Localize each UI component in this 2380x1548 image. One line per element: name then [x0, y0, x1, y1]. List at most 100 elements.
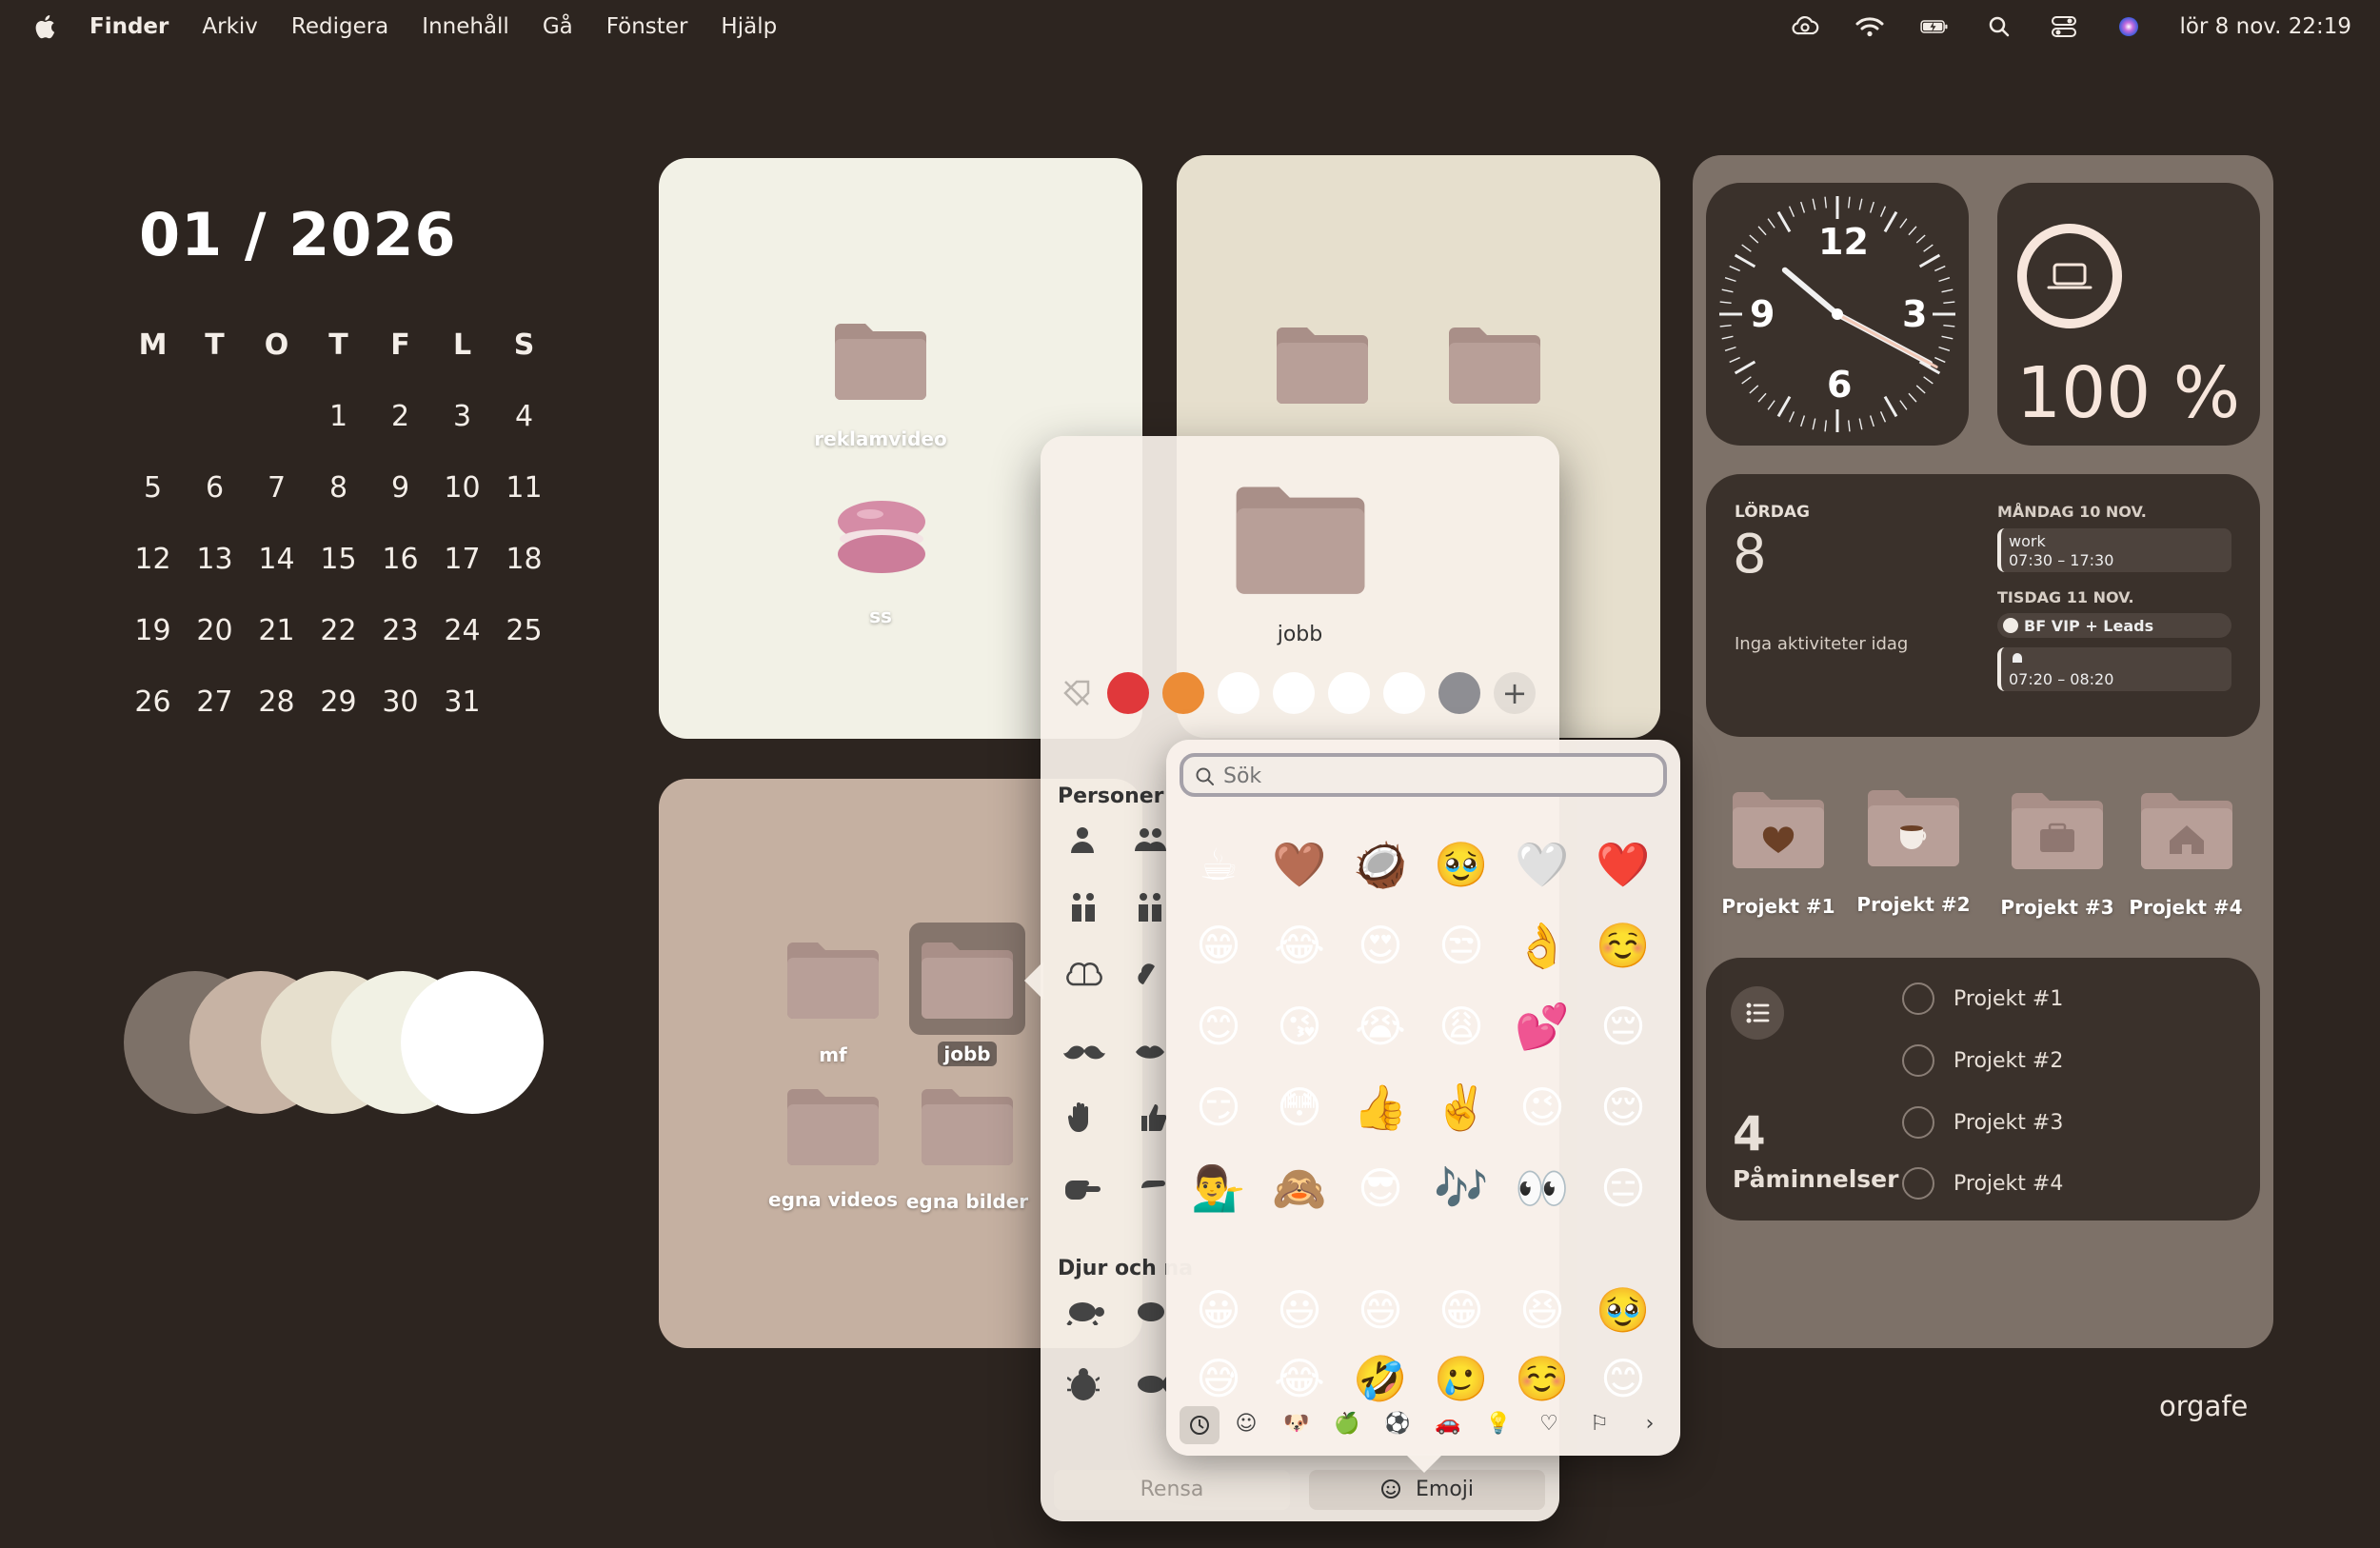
menu-fonster[interactable]: Fönster [606, 14, 688, 39]
category-flags-icon[interactable]: ⚐ [1580, 1412, 1618, 1436]
battery-widget[interactable]: 100 % [1997, 183, 2260, 446]
emoji-cell[interactable]: 😆 [1509, 1277, 1576, 1343]
emoji-cell[interactable]: 💁‍♂️ [1185, 1155, 1252, 1221]
emoji-cell[interactable]: 🥹 [1428, 831, 1495, 898]
emoji-cell[interactable]: 🥥 [1347, 831, 1414, 898]
spotlight-search-icon[interactable] [1985, 15, 2013, 38]
category-animals-icon[interactable]: 🐶 [1278, 1412, 1316, 1436]
emoji-cell[interactable]: 😌 [1590, 1074, 1656, 1141]
emoji-button[interactable]: Emoji [1309, 1470, 1545, 1510]
emoji-cell[interactable]: ☕ [1185, 831, 1252, 898]
wifi-icon[interactable] [1855, 15, 1884, 38]
turtle-symbol-icon[interactable] [1136, 1297, 1164, 1333]
calendar-events-widget[interactable]: LÖRDAG 8 Inga aktiviteter idag MÅNDAG 10… [1706, 474, 2260, 737]
clock-widget[interactable]: 12 3 6 9 [1706, 183, 1969, 446]
clear-button[interactable]: Rensa [1054, 1470, 1290, 1510]
pointing-hand-symbol-icon[interactable] [1063, 1175, 1101, 1209]
emoji-cell[interactable]: 😩 [1428, 993, 1495, 1060]
category-recent-icon[interactable] [1180, 1406, 1220, 1444]
emoji-cell[interactable]: ☺️ [1590, 912, 1656, 979]
emoji-cell[interactable]: 😂 [1266, 912, 1333, 979]
emoji-cell[interactable]: 😒 [1428, 912, 1495, 979]
emoji-cell[interactable]: 😂 [1266, 1345, 1333, 1412]
emoji-cell[interactable]: 😉 [1509, 1074, 1576, 1141]
emoji-cell[interactable]: 🤣 [1347, 1345, 1414, 1412]
emoji-cell[interactable]: 👀 [1509, 1155, 1576, 1221]
chevron-right-icon[interactable]: › [1631, 1412, 1669, 1436]
emoji-search-field[interactable] [1180, 753, 1667, 797]
battery-icon[interactable] [1920, 15, 1949, 38]
menu-hjalp[interactable]: Hjälp [721, 14, 777, 39]
emoji-cell[interactable]: 😁 [1185, 912, 1252, 979]
tag-color-gray[interactable] [1438, 672, 1480, 714]
macaron-image-icon[interactable] [834, 497, 929, 583]
folder-icon[interactable] [1445, 326, 1544, 411]
mustache-symbol-icon[interactable] [1063, 1036, 1105, 1069]
emoji-cell[interactable]: 😁 [1428, 1277, 1495, 1343]
folder-projekt-3[interactable] [2008, 791, 2107, 877]
folder-icon[interactable] [1273, 326, 1372, 411]
category-food-icon[interactable]: 🍏 [1328, 1412, 1366, 1436]
pointing-hand-symbol-icon[interactable] [1140, 1175, 1166, 1209]
creative-cloud-icon[interactable] [1791, 15, 1819, 38]
category-smileys-icon[interactable]: ☺ [1227, 1412, 1265, 1436]
emoji-cell[interactable]: 😅 [1185, 1345, 1252, 1412]
group-symbol-icon[interactable] [1067, 891, 1100, 931]
menu-arkiv[interactable]: Arkiv [202, 14, 258, 39]
tag-color-white[interactable] [1328, 672, 1370, 714]
emoji-cell[interactable]: ✌️ [1428, 1074, 1495, 1141]
emoji-cell[interactable]: 😑 [1590, 1155, 1656, 1221]
brain-symbol-icon[interactable] [1138, 960, 1166, 1000]
emoji-cell[interactable]: 😘 [1266, 993, 1333, 1060]
emoji-cell[interactable]: 😀 [1185, 1277, 1252, 1343]
turtle-symbol-icon[interactable] [1063, 1297, 1105, 1333]
reminder-item[interactable]: Projekt #2 [1902, 1042, 2063, 1079]
folder-projekt-4[interactable] [2137, 791, 2236, 877]
add-tag-button[interactable]: + [1494, 672, 1536, 714]
folder-icon[interactable] [783, 941, 883, 1026]
emoji-cell[interactable]: 👍 [1347, 1074, 1414, 1141]
thumbs-up-symbol-icon[interactable] [1140, 1101, 1167, 1141]
category-travel-icon[interactable]: 🚗 [1429, 1412, 1467, 1436]
folder-icon[interactable] [783, 1087, 883, 1173]
people-symbol-icon[interactable] [1134, 824, 1166, 863]
reminder-item[interactable]: Projekt #3 [1902, 1104, 2063, 1141]
tag-color-white[interactable] [1273, 672, 1315, 714]
category-objects-icon[interactable]: 💡 [1479, 1412, 1517, 1436]
reminder-checkbox[interactable] [1902, 1044, 1934, 1077]
reminder-checkbox[interactable] [1902, 1106, 1934, 1139]
emoji-cell[interactable]: 😔 [1590, 993, 1656, 1060]
emoji-cell[interactable]: 👌 [1509, 912, 1576, 979]
folder-projekt-1[interactable] [1729, 790, 1828, 876]
emoji-cell[interactable]: 🤎 [1266, 831, 1333, 898]
tag-color-orange[interactable] [1162, 672, 1204, 714]
tag-color-red[interactable] [1107, 672, 1149, 714]
reminder-checkbox[interactable] [1902, 1167, 1934, 1200]
menu-innehall[interactable]: Innehåll [422, 14, 509, 39]
emoji-cell[interactable]: ☺️ [1509, 1345, 1576, 1412]
folder-icon[interactable] [918, 1087, 1017, 1173]
emoji-cell[interactable]: 😎 [1347, 1155, 1414, 1221]
reminder-checkbox[interactable] [1902, 982, 1934, 1015]
emoji-cell[interactable]: 🙈 [1266, 1155, 1333, 1221]
emoji-cell[interactable]: 😳 [1266, 1074, 1333, 1141]
emoji-cell[interactable]: 😄 [1347, 1277, 1414, 1343]
emoji-cell[interactable]: 🥹 [1590, 1277, 1656, 1343]
brain-symbol-icon[interactable] [1065, 960, 1103, 1000]
reminders-widget[interactable]: 4 Påminnelser Projekt #1 Projekt #2 Proj… [1706, 958, 2260, 1221]
emoji-cell[interactable]: ❤️ [1590, 831, 1656, 898]
menu-redigera[interactable]: Redigera [291, 14, 388, 39]
emoji-cell[interactable]: 💕 [1509, 993, 1576, 1060]
group-symbol-icon[interactable] [1134, 891, 1166, 931]
emoji-cell[interactable]: 🤍 [1509, 831, 1576, 898]
reminder-item[interactable]: Projekt #4 [1902, 1165, 2063, 1201]
lips-symbol-icon[interactable] [1136, 1036, 1164, 1069]
siri-icon[interactable] [2114, 15, 2143, 38]
reminder-item[interactable]: Projekt #1 [1902, 981, 2063, 1017]
menubar-clock[interactable]: lör 8 nov. 22:19 [2179, 14, 2351, 39]
no-tag-icon[interactable] [1058, 674, 1096, 712]
ladybug-symbol-icon[interactable] [1066, 1367, 1101, 1409]
hand-symbol-icon[interactable] [1067, 1101, 1096, 1141]
menu-ga[interactable]: Gå [543, 14, 573, 39]
person-symbol-icon[interactable] [1067, 824, 1098, 863]
